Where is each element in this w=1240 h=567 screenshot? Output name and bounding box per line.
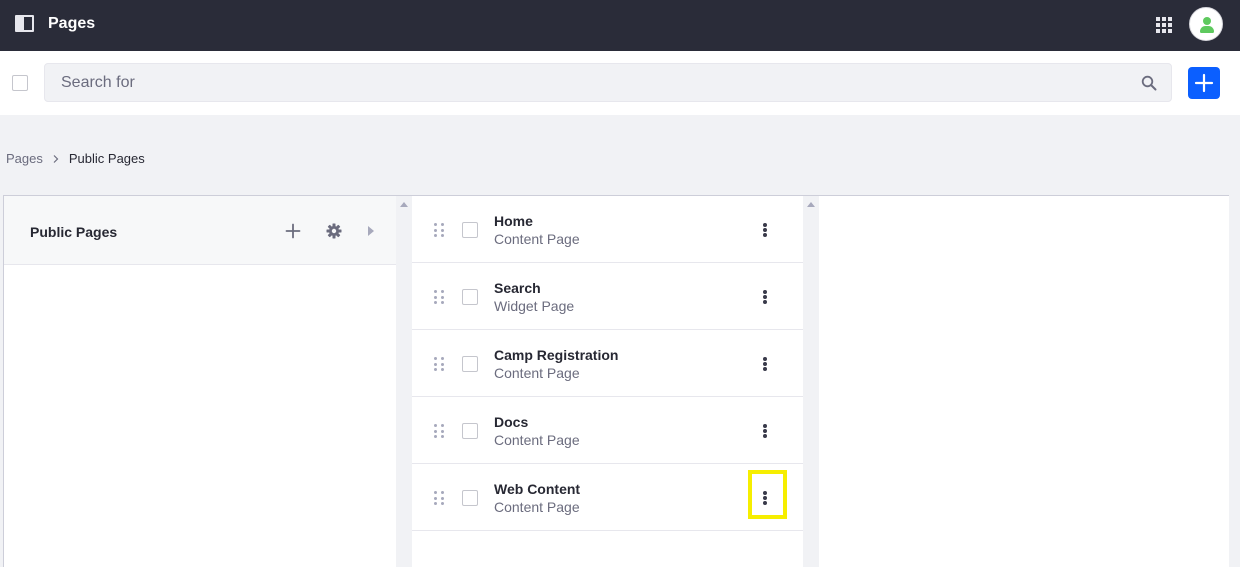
kebab-menu-icon[interactable] bbox=[760, 423, 770, 439]
page-title-text: Search bbox=[494, 280, 541, 296]
kebab-menu-icon[interactable] bbox=[760, 356, 770, 372]
page-title-text: Home bbox=[494, 213, 533, 229]
drag-handle-icon[interactable] bbox=[434, 223, 444, 237]
page-type-text: Content Page bbox=[494, 432, 580, 448]
row-checkbox[interactable] bbox=[462, 289, 478, 305]
list-item[interactable]: Home Content Page bbox=[412, 196, 803, 263]
select-all-checkbox[interactable] bbox=[12, 75, 28, 91]
column-item-public-pages[interactable]: Public Pages bbox=[4, 196, 396, 265]
user-avatar-icon[interactable] bbox=[1189, 7, 1223, 41]
column-item-label: Public Pages bbox=[30, 224, 118, 240]
chevron-right-icon bbox=[53, 154, 59, 163]
kebab-menu-icon[interactable] bbox=[760, 490, 770, 506]
miller-columns: Public Pages Home Content Page Search Wi… bbox=[3, 195, 1229, 567]
search-icon[interactable] bbox=[1141, 75, 1157, 91]
apps-grid-icon[interactable] bbox=[1156, 17, 1172, 33]
page-title-text: Web Content bbox=[494, 481, 581, 497]
plus-icon bbox=[1194, 73, 1214, 93]
column-scrollbar[interactable] bbox=[396, 196, 412, 567]
row-checkbox[interactable] bbox=[462, 222, 478, 238]
add-page-button[interactable] bbox=[1188, 67, 1220, 99]
page-type-text: Content Page bbox=[494, 499, 580, 515]
list-item[interactable]: Docs Content Page bbox=[412, 397, 803, 464]
row-checkbox[interactable] bbox=[462, 490, 478, 506]
column-pages: Home Content Page Search Widget Page Cam… bbox=[412, 196, 803, 567]
kebab-menu-icon[interactable] bbox=[760, 222, 770, 238]
column-empty bbox=[819, 196, 1229, 567]
page-type-text: Widget Page bbox=[494, 298, 575, 314]
column-scrollbar[interactable] bbox=[803, 196, 819, 567]
page-title-text: Camp Registration bbox=[494, 347, 619, 363]
column-root: Public Pages bbox=[4, 196, 396, 567]
search-box bbox=[44, 63, 1172, 102]
kebab-menu-icon[interactable] bbox=[760, 289, 770, 305]
gear-icon[interactable] bbox=[326, 223, 342, 239]
page-type-text: Content Page bbox=[494, 231, 580, 247]
row-checkbox[interactable] bbox=[462, 423, 478, 439]
breadcrumb: Pages Public Pages bbox=[6, 151, 145, 166]
product-menu-icon[interactable] bbox=[15, 15, 34, 32]
drag-handle-icon[interactable] bbox=[434, 491, 444, 505]
drag-handle-icon[interactable] bbox=[434, 290, 444, 304]
page-title: Pages bbox=[48, 15, 96, 32]
drag-handle-icon[interactable] bbox=[434, 424, 444, 438]
list-item[interactable]: Camp Registration Content Page bbox=[412, 330, 803, 397]
row-checkbox[interactable] bbox=[462, 356, 478, 372]
page-title-text: Docs bbox=[494, 414, 529, 430]
management-toolbar bbox=[0, 51, 1240, 115]
list-item[interactable]: Search Widget Page bbox=[412, 263, 803, 330]
top-bar: Pages bbox=[0, 0, 1240, 51]
page-type-text: Content Page bbox=[494, 365, 580, 381]
list-item[interactable]: Web Content Content Page bbox=[412, 464, 803, 531]
breadcrumb-item-pages[interactable]: Pages bbox=[6, 151, 43, 166]
plus-icon[interactable] bbox=[285, 223, 301, 239]
caret-right-icon[interactable] bbox=[366, 225, 376, 237]
drag-handle-icon[interactable] bbox=[434, 357, 444, 371]
search-input[interactable] bbox=[45, 64, 1125, 101]
breadcrumb-item-public-pages: Public Pages bbox=[68, 151, 145, 166]
